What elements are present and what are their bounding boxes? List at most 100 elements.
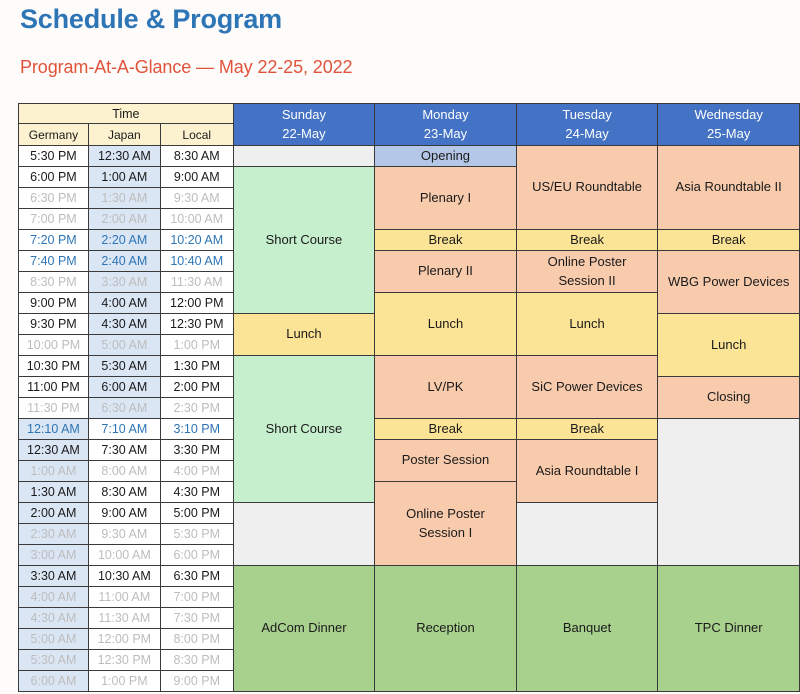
time-cell-japan: 6:00 AM	[87, 376, 161, 398]
time-cell-japan: 5:30 AM	[87, 355, 161, 377]
time-cell-local: 4:30 PM	[159, 481, 234, 503]
event-cell-sunday-short-course[interactable]: Short Course	[232, 166, 376, 314]
time-cell-local: 3:30 PM	[159, 439, 234, 461]
time-cell-germany: 11:30 PM	[18, 397, 89, 419]
event-cell-tuesday-online-poster-session-ii[interactable]: Online Poster Session II	[515, 250, 659, 293]
event-cell-sunday-lunch[interactable]: Lunch	[232, 313, 376, 356]
empty-cell-sunday	[232, 502, 376, 566]
event-cell-tuesday-break[interactable]: Break	[515, 229, 659, 251]
time-cell-japan: 12:30 AM	[87, 145, 161, 167]
day-header-monday-date: 23-May	[423, 125, 468, 141]
time-cell-japan: 12:00 PM	[87, 628, 161, 650]
schedule-row: 5:30 PM 12:30 AM 8:30 AM Opening US/EU Round…	[18, 145, 800, 230]
time-cell-local: 12:00 PM	[159, 292, 234, 314]
time-cell-japan: 4:00 AM	[87, 292, 161, 314]
time-cell-germany: 10:00 PM	[18, 334, 89, 356]
time-header-germany: Germany	[18, 123, 89, 146]
event-cell-monday-lv-pk[interactable]: LV/PK	[374, 355, 517, 419]
schedule-row: 7:20 PM 2:20 AM 10:20 AM Break Break Break	[18, 229, 800, 251]
event-cell-monday-break[interactable]: Break	[374, 418, 517, 440]
time-cell-japan: 12:30 PM	[87, 649, 161, 671]
event-cell-tuesday-lunch[interactable]: Lunch	[515, 292, 659, 356]
time-cell-local: 4:00 PM	[159, 460, 234, 482]
time-cell-local: 7:00 PM	[159, 586, 234, 608]
time-cell-japan: 2:00 AM	[87, 208, 161, 230]
day-header-wednesday-date: 25-May	[706, 125, 751, 141]
time-cell-japan: 7:30 AM	[87, 439, 161, 461]
time-cell-germany: 7:00 PM	[18, 208, 89, 230]
event-cell-wednesday-asia-roundtable-ii[interactable]: Asia Roundtable II	[657, 145, 800, 230]
time-header-japan: Japan	[87, 123, 161, 146]
time-cell-germany: 4:30 AM	[18, 607, 89, 629]
time-cell-local: 9:00 PM	[159, 670, 234, 692]
event-cell-tuesday-us-eu-roundtable[interactable]: US/EU Roundtable	[515, 145, 659, 230]
event-cell-tuesday-banquet[interactable]: Banquet	[515, 565, 659, 692]
time-cell-japan: 11:00 AM	[87, 586, 161, 608]
time-cell-local: 7:30 PM	[159, 607, 234, 629]
time-cell-local: 2:30 PM	[159, 397, 234, 419]
time-cell-japan: 2:20 AM	[87, 229, 161, 251]
event-cell-monday-break[interactable]: Break	[374, 229, 517, 251]
empty-cell-wednesday	[657, 418, 800, 566]
time-cell-local: 5:30 PM	[159, 523, 234, 545]
table-head: Time Sunday 22-May Monday 23-May Tuesday…	[18, 103, 800, 146]
time-cell-local: 10:20 AM	[159, 229, 234, 251]
time-cell-japan: 1:30 AM	[87, 187, 161, 209]
time-cell-germany: 9:30 PM	[18, 313, 89, 335]
schedule-row: 7:40 PM 2:40 AM 10:40 AM Plenary II Online P…	[18, 250, 800, 314]
event-cell-wednesday-tpc-dinner[interactable]: TPC Dinner	[657, 565, 800, 692]
event-cell-tuesday-break[interactable]: Break	[515, 418, 659, 440]
time-cell-germany: 6:00 AM	[18, 670, 89, 692]
time-cell-germany: 3:30 AM	[18, 565, 89, 587]
event-cell-monday-online-poster-session-i[interactable]: Online Poster Session I	[374, 481, 517, 566]
empty-cell-tuesday	[515, 502, 659, 566]
event-cell-monday-poster-session[interactable]: Poster Session	[374, 439, 517, 482]
event-cell-monday-plenary-ii[interactable]: Plenary II	[374, 250, 517, 293]
time-header-local: Local	[159, 123, 234, 146]
time-cell-germany: 7:20 PM	[18, 229, 89, 251]
time-cell-germany: 6:00 PM	[18, 166, 89, 188]
time-cell-local: 3:10 PM	[159, 418, 234, 440]
time-cell-local: 2:00 PM	[159, 376, 234, 398]
event-cell-wednesday-break[interactable]: Break	[657, 229, 800, 251]
page-subtitle: Program-At-A-Glance — May 22-25, 2022	[20, 57, 353, 77]
program-at-a-glance-table: Time Sunday 22-May Monday 23-May Tuesday…	[18, 103, 800, 692]
time-cell-local: 1:30 PM	[159, 355, 234, 377]
event-cell-monday-reception[interactable]: Reception	[374, 565, 517, 692]
event-cell-tuesday-sic-power-devices[interactable]: SiC Power Devices	[515, 355, 659, 419]
time-cell-japan: 10:30 AM	[87, 565, 161, 587]
time-cell-local: 1:00 PM	[159, 334, 234, 356]
time-cell-japan: 5:00 AM	[87, 334, 161, 356]
day-header-wednesday: Wednesday 25-May	[657, 103, 800, 146]
time-cell-japan: 8:30 AM	[87, 481, 161, 503]
event-cell-tuesday-asia-roundtable-i[interactable]: Asia Roundtable I	[515, 439, 659, 503]
event-cell-monday-plenary-i[interactable]: Plenary I	[374, 166, 517, 230]
event-cell-wednesday-closing[interactable]: Closing	[657, 376, 800, 419]
event-cell-wednesday-wbg-power-devices[interactable]: WBG Power Devices	[657, 250, 800, 314]
time-cell-japan: 9:30 AM	[87, 523, 161, 545]
time-cell-japan: 1:00 AM	[87, 166, 161, 188]
time-cell-japan: 11:30 AM	[87, 607, 161, 629]
time-cell-local: 8:30 AM	[159, 145, 234, 167]
event-cell-monday-opening[interactable]: Opening	[374, 145, 517, 167]
time-cell-germany: 8:30 PM	[18, 271, 89, 293]
time-cell-japan: 7:10 AM	[87, 418, 161, 440]
time-cell-germany: 3:00 AM	[18, 544, 89, 566]
time-cell-germany: 5:30 PM	[18, 145, 89, 167]
schedule-page: Schedule & Program Program-At-A-Glance —…	[0, 0, 800, 694]
time-cell-germany: 12:10 AM	[18, 418, 89, 440]
time-group-header: Time	[18, 103, 234, 124]
day-header-tuesday-date: 24-May	[565, 125, 609, 141]
schedule-row: 3:30 AM 10:30 AM 6:30 PM AdCom Dinner Recept…	[18, 565, 800, 692]
event-cell-sunday-adcom-dinner[interactable]: AdCom Dinner	[232, 565, 376, 692]
time-cell-germany: 12:30 AM	[18, 439, 89, 461]
time-cell-germany: 7:40 PM	[18, 250, 89, 272]
day-header-sunday-name: Sunday	[281, 106, 326, 122]
time-cell-japan: 9:00 AM	[87, 502, 161, 524]
event-cell-monday-lunch[interactable]: Lunch	[374, 292, 517, 356]
event-cell-sunday-short-course[interactable]: Short Course	[232, 355, 376, 503]
day-header-sunday-date: 22-May	[282, 125, 326, 141]
event-cell-wednesday-lunch[interactable]: Lunch	[657, 313, 800, 377]
time-cell-local: 12:30 PM	[159, 313, 234, 335]
time-cell-local: 9:30 AM	[159, 187, 234, 209]
